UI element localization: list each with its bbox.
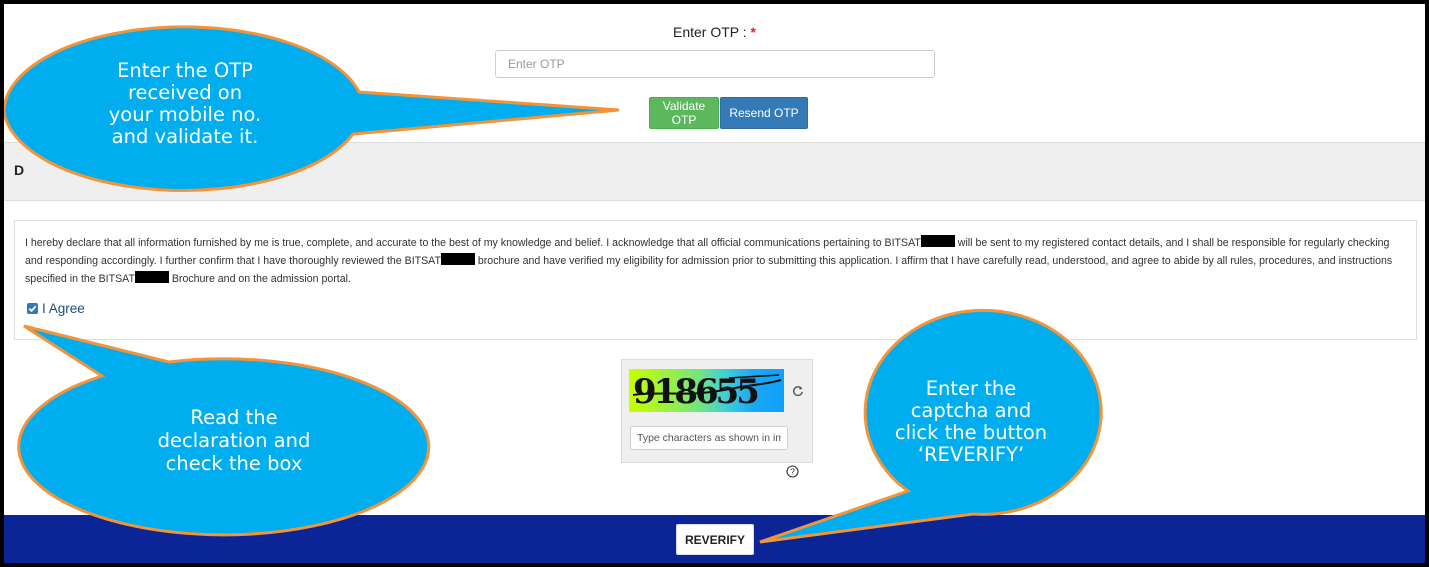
captcha-image: 918655 xyxy=(629,369,784,412)
callout-captcha-text: Enter the captcha and click the button ‘… xyxy=(868,378,1074,466)
callout-line: Enter the xyxy=(925,377,1017,400)
validate-otp-button[interactable]: Validate OTP xyxy=(649,97,719,129)
callout-line: check the box xyxy=(165,452,303,475)
redaction-block xyxy=(920,235,955,247)
checkmark-icon xyxy=(28,305,37,313)
callout-line: your mobile no. xyxy=(108,103,262,126)
svg-text:?: ? xyxy=(790,467,795,477)
help-circle-icon[interactable]: ? xyxy=(786,465,799,478)
agree-checkbox[interactable] xyxy=(27,303,38,314)
callout-line: and validate it. xyxy=(111,125,259,148)
captcha-input[interactable] xyxy=(630,426,788,450)
callout-line: click the button xyxy=(894,421,1048,444)
redaction-block xyxy=(134,271,169,283)
callout-line: declaration and xyxy=(157,429,311,452)
callout-line: captcha and xyxy=(910,399,1032,422)
callout-line: ‘REVERIFY’ xyxy=(917,443,1025,466)
callout-otp-text: Enter the OTP received on your mobile no… xyxy=(62,60,308,148)
otp-label-text: Enter OTP : xyxy=(672,24,747,40)
otp-label: Enter OTP : * xyxy=(4,24,1425,40)
reverify-button[interactable]: REVERIFY xyxy=(676,524,754,555)
section-header-text: D xyxy=(14,162,25,178)
footer-bar: REVERIFY xyxy=(4,515,1425,563)
captcha-widget: 918655 xyxy=(621,359,813,463)
declaration-part-1: I hereby declare that all information fu… xyxy=(25,237,921,249)
agree-label[interactable]: I Agree xyxy=(42,301,85,316)
declaration-panel: I hereby declare that all information fu… xyxy=(14,220,1417,340)
callout-line: Read the xyxy=(190,406,278,429)
declaration-part-4: Brochure and on the admission portal. xyxy=(168,273,351,285)
redaction-block xyxy=(440,253,475,265)
captcha-noise-lines xyxy=(632,374,782,396)
app-frame: Enter OTP : * Validate OTP Resend OTP D … xyxy=(4,4,1425,563)
resend-otp-button[interactable]: Resend OTP xyxy=(720,97,808,129)
refresh-icon[interactable] xyxy=(792,385,804,397)
declaration-text: I hereby declare that all information fu… xyxy=(25,234,1410,288)
callout-declaration-text: Read the declaration and check the box xyxy=(94,406,374,475)
required-marker: * xyxy=(750,24,756,40)
declaration-section-header: D xyxy=(4,142,1425,201)
callout-line: Enter the OTP xyxy=(117,59,253,82)
callout-line: received on xyxy=(127,81,243,104)
agree-row[interactable]: I Agree xyxy=(27,301,85,316)
otp-input[interactable] xyxy=(495,50,935,78)
